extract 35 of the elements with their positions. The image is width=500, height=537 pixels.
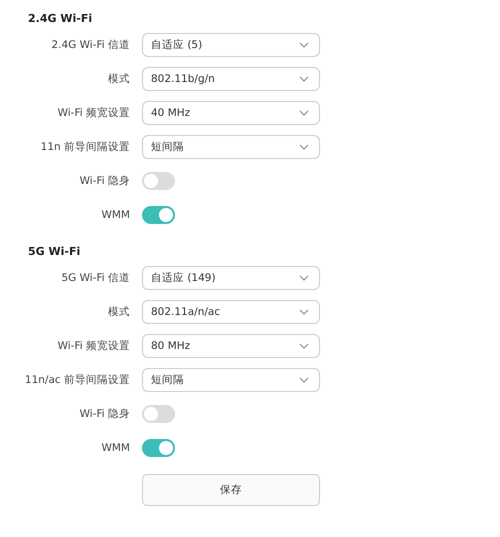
chevron-down-icon [299,110,309,116]
chevron-down-icon [299,275,309,281]
chevron-down-icon [299,309,309,315]
chevron-down-icon [299,76,309,82]
toggle-switch[interactable] [142,405,175,423]
select-field[interactable]: 短间隔 [142,368,320,392]
field-label: 2.4G Wi-Fi 信道 [50,38,130,52]
select-field[interactable]: 自适应 (5) [142,33,320,57]
field-label: WMM [100,442,130,454]
chevron-down-icon [299,144,309,150]
field-label: 11n/ac 前导间隔设置 [24,373,130,387]
field-label: Wi-Fi 隐身 [78,174,130,188]
toggle-switch[interactable] [142,439,175,457]
field-label: 模式 [107,72,130,86]
toggle-switch[interactable] [142,206,175,224]
field-label: 11n 前导间隔设置 [40,140,130,154]
select-field[interactable]: 短间隔 [142,135,320,159]
select-field[interactable]: 802.11b/g/n [142,67,320,91]
field-label: Wi-Fi 频宽设置 [56,339,130,353]
select-field[interactable]: 80 MHz [142,334,320,358]
section-title: 2.4G Wi-Fi [27,12,94,25]
select-field[interactable]: 自适应 (149) [142,266,320,290]
chevron-down-icon [299,343,309,349]
field-label: 模式 [107,305,130,319]
field-label: 5G Wi-Fi 信道 [60,271,130,285]
chevron-down-icon [299,42,309,48]
field-label: WMM [100,209,130,221]
section-title: 5G Wi-Fi [27,245,82,258]
save-button[interactable]: 保存 [142,474,320,506]
select-field[interactable]: 40 MHz [142,101,320,125]
select-field[interactable]: 802.11a/n/ac [142,300,320,324]
chevron-down-icon [299,377,309,383]
toggle-switch[interactable] [142,172,175,190]
field-label: Wi-Fi 隐身 [78,407,130,421]
field-label: Wi-Fi 频宽设置 [56,106,130,120]
